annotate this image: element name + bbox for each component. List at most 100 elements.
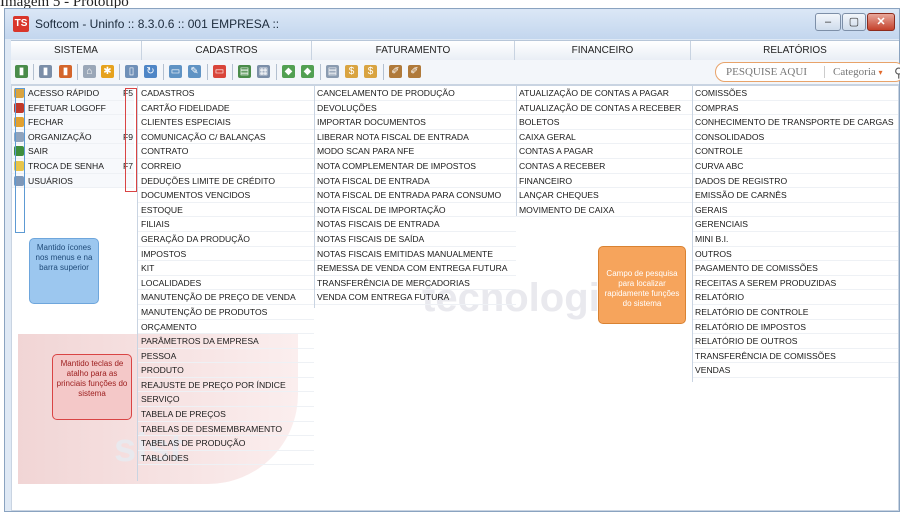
financeiro-menu-item[interactable]: BOLETOS — [516, 115, 692, 130]
toolbar-chart-icon[interactable]: ▮ — [15, 65, 28, 78]
faturamento-menu-item[interactable]: NOTA FISCAL DE ENTRADA PARA CONSUMO — [314, 188, 516, 203]
sistema-menu-item[interactable]: FECHAR — [12, 115, 134, 130]
search-category-dropdown[interactable]: Categoria ▾ — [824, 66, 883, 78]
cadastros-menu-item[interactable]: PARÂMETROS DA EMPRESA — [138, 334, 314, 349]
cadastros-menu-item[interactable]: TABELAS DE PRODUÇÃO — [138, 436, 314, 451]
cadastros-menu-item[interactable]: GERAÇÃO DA PRODUÇÃO — [138, 232, 314, 247]
toolbar-list-icon[interactable]: ▮ — [39, 65, 52, 78]
toolbar-invoice-icon[interactable]: ▤ — [238, 65, 251, 78]
search-box[interactable]: PESQUISE AQUI Categoria ▾ ⚲ — [715, 62, 900, 82]
cadastros-menu-item[interactable]: DOCUMENTOS VENCIDOS — [138, 188, 314, 203]
toolbar-calculator-icon[interactable]: ▦ — [257, 65, 270, 78]
faturamento-menu-item[interactable]: LIBERAR NOTA FISCAL DE ENTRADA — [314, 130, 516, 145]
toolbar-star-icon[interactable]: ✱ — [101, 65, 114, 78]
cadastros-menu-item[interactable]: ORÇAMENTO — [138, 320, 314, 335]
menu-relatorios[interactable]: RELATÓRIOS — [691, 41, 899, 60]
cadastros-menu-item[interactable]: SERVIÇO — [138, 392, 314, 408]
relatorios-menu-item[interactable]: MINI B.I. — [692, 232, 898, 247]
toolbar-tool-icon[interactable]: ✐ — [389, 65, 402, 78]
toolbar-print-icon[interactable]: ▤ — [326, 65, 339, 78]
sistema-menu-item[interactable]: EFETUAR LOGOFF — [12, 100, 134, 116]
financeiro-menu-item[interactable]: MOVIMENTO DE CAIXA — [516, 203, 692, 218]
faturamento-menu-item[interactable]: NOTA COMPLEMENTAR DE IMPOSTOS — [314, 159, 516, 174]
cadastros-menu-item[interactable]: PRODUTO — [138, 363, 314, 378]
financeiro-menu-item[interactable]: CONTAS A PAGAR — [516, 144, 692, 159]
relatorios-menu-item[interactable]: EMISSÃO DE CARNÊS — [692, 188, 898, 203]
faturamento-menu-item[interactable]: CANCELAMENTO DE PRODUÇÃO — [314, 86, 516, 101]
search-icon[interactable]: ⚲ — [894, 65, 900, 81]
search-input[interactable]: PESQUISE AQUI — [726, 66, 807, 78]
toolbar-settings-icon[interactable]: ✐ — [408, 65, 421, 78]
minimize-button[interactable]: – — [815, 13, 841, 31]
relatorios-menu-item[interactable]: VENDAS — [692, 363, 898, 378]
menu-faturamento[interactable]: FATURAMENTO — [312, 41, 515, 60]
toolbar-document-icon[interactable]: ▭ — [169, 65, 182, 78]
relatorios-menu-item[interactable]: RELATÓRIO DE OUTROS — [692, 334, 898, 349]
cadastros-menu-item[interactable]: REAJUSTE DE PREÇO POR ÍNDICE — [138, 378, 314, 393]
relatorios-menu-item[interactable]: CURVA ABC — [692, 159, 898, 174]
cadastros-menu-item[interactable]: COMUNICAÇÃO C/ BALANÇAS — [138, 130, 314, 145]
relatorios-menu-item[interactable]: GERAIS — [692, 203, 898, 218]
relatorios-menu-item[interactable]: RELATÓRIO DE IMPOSTOS — [692, 320, 898, 335]
faturamento-menu-item[interactable]: NOTA FISCAL DE ENTRADA — [314, 174, 516, 189]
financeiro-menu-item[interactable]: LANÇAR CHEQUES — [516, 188, 692, 203]
cadastros-menu-item[interactable]: MANUTENÇÃO DE PRODUTOS — [138, 305, 314, 320]
cadastros-menu-item[interactable]: IMPOSTOS — [138, 247, 314, 262]
toolbar-money-icon[interactable]: $ — [345, 65, 358, 78]
cadastros-menu-item[interactable]: TABELAS DE DESMEMBRAMENTO — [138, 422, 314, 437]
close-button[interactable]: ✕ — [867, 13, 895, 31]
cadastros-menu-item[interactable]: FILIAIS — [138, 217, 314, 232]
menu-cadastros[interactable]: CADASTROS — [142, 41, 312, 60]
faturamento-menu-item[interactable]: MODO SCAN PARA NFE — [314, 144, 516, 159]
toolbar-window-icon[interactable]: ▯ — [125, 65, 138, 78]
faturamento-menu-item[interactable]: VENDA COM ENTREGA FUTURA — [314, 290, 516, 305]
relatorios-menu-item[interactable]: RECEITAS A SEREM PRODUZIDAS — [692, 276, 898, 291]
cadastros-menu-item[interactable]: CONTRATO — [138, 144, 314, 159]
cadastros-menu-item[interactable]: CARTÃO FIDELIDADE — [138, 101, 314, 116]
faturamento-menu-item[interactable]: IMPORTAR DOCUMENTOS — [314, 115, 516, 130]
cadastros-menu-item[interactable]: KIT — [138, 261, 314, 276]
sistema-menu-item[interactable]: SAIR — [12, 144, 134, 159]
cadastros-menu-item[interactable]: MANUTENÇÃO DE PREÇO DE VENDA — [138, 290, 314, 305]
faturamento-menu-item[interactable]: REMESSA DE VENDA COM ENTREGA FUTURA — [314, 261, 516, 276]
financeiro-menu-item[interactable]: FINANCEIRO — [516, 174, 692, 189]
relatorios-menu-item[interactable]: RELATÓRIO DE CONTROLE — [692, 305, 898, 320]
cadastros-menu-item[interactable]: CLIENTES ESPECIAIS — [138, 115, 314, 130]
cadastros-menu-item[interactable]: LOCALIDADES — [138, 276, 314, 291]
financeiro-menu-item[interactable]: ATUALIZAÇÃO DE CONTAS A PAGAR — [516, 86, 692, 101]
faturamento-menu-item[interactable]: TRANSFERÊNCIA DE MERCADORIAS — [314, 276, 516, 291]
menu-financeiro[interactable]: FINANCEIRO — [515, 41, 691, 60]
relatorios-menu-item[interactable]: CONHECIMENTO DE TRANSPORTE DE CARGAS — [692, 115, 898, 130]
relatorios-menu-item[interactable]: CONSOLIDADOS — [692, 130, 898, 145]
relatorios-menu-item[interactable]: TRANSFERÊNCIA DE COMISSÕES — [692, 349, 898, 364]
relatorios-menu-item[interactable]: DADOS DE REGISTRO — [692, 174, 898, 189]
faturamento-menu-item[interactable]: NOTAS FISCAIS DE ENTRADA — [314, 217, 516, 232]
cadastros-menu-item[interactable]: TABELA DE PREÇOS — [138, 407, 314, 422]
sistema-menu-item[interactable]: USUÁRIOS — [12, 173, 134, 189]
relatorios-menu-item[interactable]: OUTROS — [692, 247, 898, 262]
relatorios-menu-item[interactable]: CONTROLE — [692, 144, 898, 159]
toolbar-tag-icon[interactable]: ◆ — [282, 65, 295, 78]
relatorios-menu-item[interactable]: GERENCIAIS — [692, 217, 898, 232]
toolbar-home-icon[interactable]: ⌂ — [83, 65, 96, 78]
toolbar-refresh-icon[interactable]: ↻ — [144, 65, 157, 78]
sistema-menu-item[interactable]: ORGANIZAÇÃO F9 — [12, 129, 134, 145]
faturamento-menu-item[interactable]: DEVOLUÇÕES — [314, 101, 516, 116]
menu-sistema[interactable]: SISTEMA — [11, 41, 142, 60]
faturamento-menu-item[interactable]: NOTAS FISCAIS DE SAÍDA — [314, 232, 516, 247]
maximize-button[interactable]: ▢ — [842, 13, 866, 31]
relatorios-menu-item[interactable]: COMPRAS — [692, 101, 898, 116]
cadastros-menu-item[interactable]: DEDUÇÕES LIMITE DE CRÉDITO — [138, 174, 314, 189]
toolbar-payment-icon[interactable]: $ — [364, 65, 377, 78]
cadastros-menu-item[interactable]: TABLÓIDES — [138, 451, 314, 466]
cadastros-menu-item[interactable]: PESSOA — [138, 349, 314, 364]
cadastros-menu-item[interactable]: ESTOQUE — [138, 203, 314, 218]
relatorios-menu-item[interactable]: COMISSÕES — [692, 86, 898, 101]
faturamento-menu-item[interactable]: NOTAS FISCAIS EMITIDAS MANUALMENTE — [314, 247, 516, 262]
toolbar-puzzle-icon[interactable]: ▮ — [59, 65, 72, 78]
cadastros-menu-item[interactable]: CADASTROS — [138, 86, 314, 101]
toolbar-report-icon[interactable]: ▭ — [213, 65, 226, 78]
sistema-menu-item[interactable]: ACESSO RÁPIDO F5 — [12, 86, 134, 101]
relatorios-menu-item[interactable]: RELATÓRIO — [692, 290, 898, 305]
toolbar-edit-icon[interactable]: ✎ — [188, 65, 201, 78]
